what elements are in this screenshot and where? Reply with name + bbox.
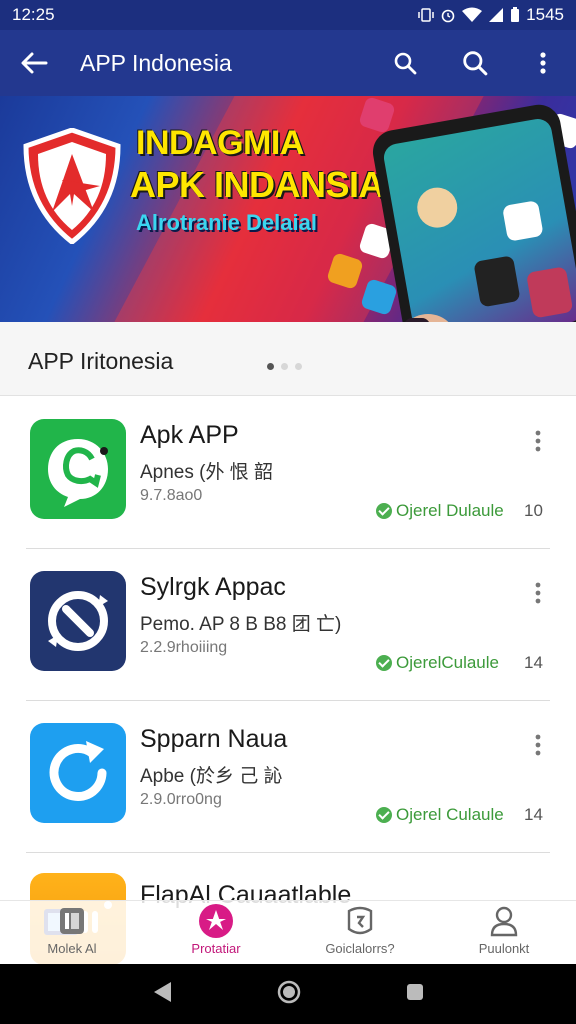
- system-navigation-bar: [0, 964, 576, 1024]
- nav-item-protatiar[interactable]: Protatiar: [144, 901, 288, 965]
- phone-screen: [381, 116, 576, 322]
- app-subtitle: Apnes (外 恨 韶: [140, 462, 274, 483]
- nav-item-puulonkt[interactable]: Puulonkt: [432, 901, 576, 965]
- app-name: Apk APP: [140, 421, 239, 449]
- check-icon: [376, 503, 392, 519]
- app-icon: [30, 723, 126, 823]
- vibrate-icon: [418, 8, 434, 22]
- back-button[interactable]: [0, 30, 68, 96]
- signal-icon: [489, 8, 504, 22]
- battery-icon: [511, 7, 520, 22]
- refresh-icon: [49, 741, 107, 801]
- check-icon: [376, 655, 392, 671]
- more-vert-icon: [535, 430, 541, 452]
- nav-label: Puulonkt: [478, 941, 530, 956]
- app-count: 14: [524, 653, 543, 672]
- app-bar: APP Indonesia: [0, 30, 576, 96]
- status-badge: Ojerel Culaule: [376, 805, 504, 825]
- app-screen: 12:25 1545 APP Indonesia INDAGMIA APK IN…: [0, 0, 576, 1024]
- alarm-icon: [441, 9, 455, 23]
- list-item[interactable]: Apk APP Apnes (外 恨 韶 9.7.8ao0 Ojerel Dul…: [0, 397, 576, 549]
- item-more-button[interactable]: [526, 731, 550, 759]
- search-icon: [394, 52, 417, 75]
- badge-label: Ojerel Dulaule: [396, 501, 504, 520]
- banner-tagline: Alrotranie Delaial: [136, 210, 317, 235]
- chat-bubble-icon: [48, 439, 108, 507]
- status-badge: Ojerel Dulaule: [376, 501, 504, 521]
- back-nav-button[interactable]: [151, 980, 173, 1009]
- page-indicator-dot: [281, 363, 288, 370]
- app-subtitle: Pemo. AP 8 B B8 团 亡): [140, 614, 342, 635]
- banner-headline-2: APK INDANSIA: [130, 164, 385, 205]
- app-version: 9.7.8ao0: [140, 487, 203, 504]
- section-header: APP Iritonesia: [0, 322, 576, 396]
- nav-label: Protatiar: [191, 941, 241, 956]
- list-item[interactable]: Spparn Naua Apbe (於乡 己 訫 2.9.0rro0ng Oje…: [0, 701, 576, 853]
- page-indicator-dot: [295, 363, 302, 370]
- home-nav-button[interactable]: [276, 979, 302, 1010]
- app-name: Spparn Naua: [140, 725, 288, 753]
- item-more-button[interactable]: [526, 579, 550, 607]
- book-icon: [58, 901, 86, 941]
- promo-banner[interactable]: INDAGMIA APK INDANSIA Alrotranie Delaial: [0, 96, 576, 322]
- section-title: APP Iritonesia: [28, 348, 174, 374]
- app-bar-title: APP Indonesia: [80, 49, 232, 76]
- app-version: 2.9.0rro0ng: [140, 791, 222, 808]
- nav-item-goiclalorrs[interactable]: Goiclalorrs?: [288, 901, 432, 965]
- status-time: 12:25: [12, 5, 55, 24]
- status-badge: OjerelCulaule: [376, 653, 499, 673]
- item-more-button[interactable]: [526, 427, 550, 455]
- triangle-back-icon: [154, 981, 172, 1002]
- arrow-left-icon: [21, 52, 48, 74]
- sync-block-icon: [48, 591, 108, 651]
- search-button-2[interactable]: [440, 30, 510, 96]
- more-vert-icon: [540, 52, 546, 74]
- badge-label: OjerelCulaule: [396, 653, 499, 672]
- more-vert-icon: [535, 582, 541, 604]
- search-icon: [463, 51, 488, 76]
- list-item[interactable]: Sylrgk Appac Pemo. AP 8 B B8 团 亡) 2.2.9r…: [0, 549, 576, 701]
- banner-headline-1: INDAGMIA: [136, 124, 304, 162]
- badge-icon: [345, 901, 375, 941]
- bottom-navigation: Molek Al Protatiar Goiclalorrs? Puulonkt: [0, 900, 576, 964]
- nav-label: Goiclalorrs?: [325, 941, 395, 956]
- app-list: Apk APP Apnes (外 恨 韶 9.7.8ao0 Ojerel Dul…: [0, 397, 576, 853]
- phone-illustration: [369, 101, 576, 322]
- overflow-menu-button[interactable]: [510, 30, 576, 96]
- wifi-icon: [462, 7, 483, 22]
- star-icon: [198, 901, 234, 941]
- nav-item-molek[interactable]: Molek Al: [0, 901, 144, 965]
- status-bar: 12:25 1545: [0, 0, 576, 30]
- app-icon: [30, 419, 126, 519]
- nav-label: Molek Al: [47, 941, 97, 956]
- page-indicator-dot: [267, 363, 274, 370]
- recents-nav-button[interactable]: [405, 982, 425, 1007]
- status-icons: 1545: [418, 5, 564, 25]
- search-button[interactable]: [370, 30, 440, 96]
- app-icon: [30, 571, 126, 671]
- square-recents-icon: [406, 983, 423, 1000]
- shield-logo-icon: [23, 128, 121, 244]
- user-icon: [489, 901, 519, 941]
- check-icon: [376, 807, 392, 823]
- more-vert-icon: [535, 734, 541, 756]
- status-right-text: 1545: [526, 5, 564, 24]
- app-version: 2.2.9rhoiiing: [140, 639, 228, 656]
- badge-label: Ojerel Culaule: [396, 805, 504, 824]
- app-count: 10: [524, 501, 543, 520]
- circle-home-icon: [277, 980, 301, 1003]
- app-name: Sylrgk Appac: [140, 573, 286, 601]
- app-subtitle: Apbe (於乡 己 訫: [140, 766, 283, 787]
- app-count: 14: [524, 805, 543, 824]
